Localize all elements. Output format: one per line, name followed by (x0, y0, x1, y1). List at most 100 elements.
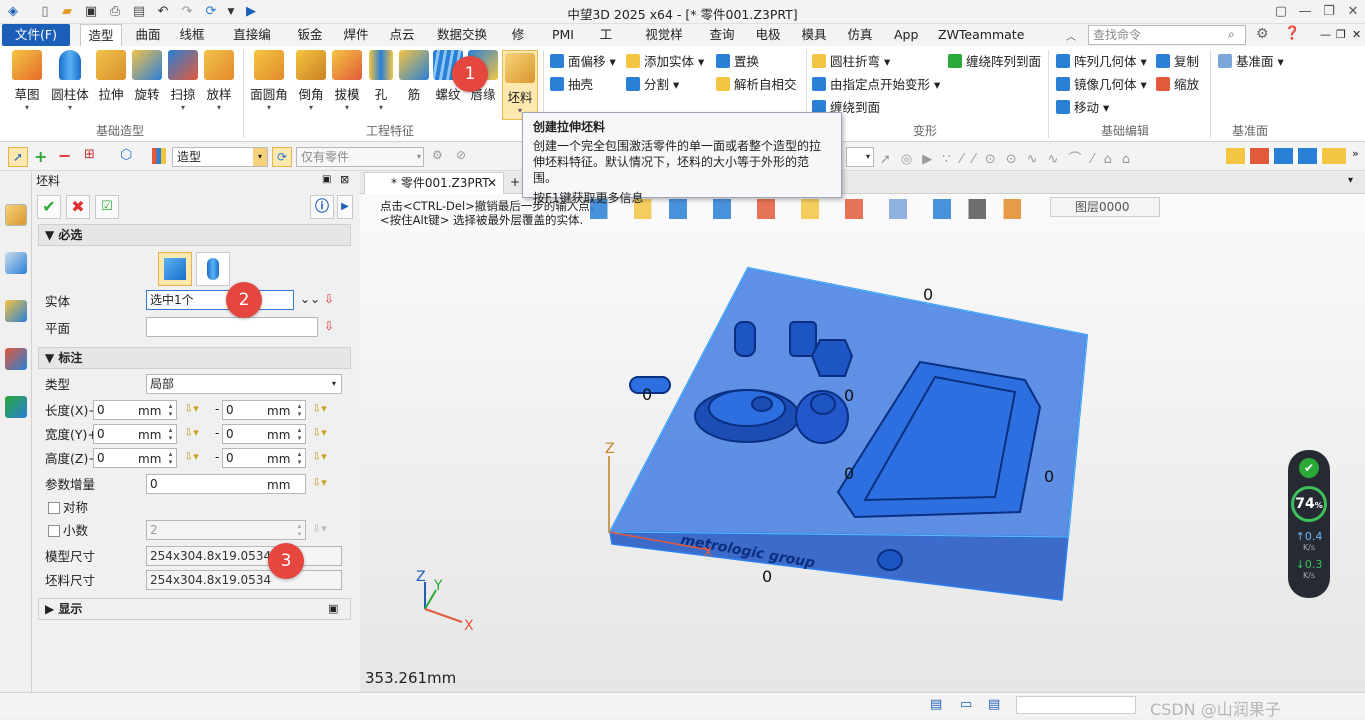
cancel-button[interactable]: ✖ (66, 195, 90, 219)
solid-expand-icon[interactable]: ⌄⌄ (300, 292, 320, 306)
self-intersect-button[interactable]: 解析自相交 (716, 75, 797, 95)
doc-close-icon[interactable]: ✕ (1352, 28, 1361, 41)
decimal-input[interactable]: 2 ▴ ▾ (146, 520, 306, 540)
solid-pick-icon[interactable]: ⇩ (324, 292, 334, 306)
filter-settings-icon[interactable]: ⚙ (432, 148, 443, 162)
width-plus-input[interactable]: 0 mm ▴ ▾ (93, 424, 177, 444)
type-select[interactable]: 局部 ▾ (146, 374, 342, 394)
required-section[interactable]: ▼ 必选 (38, 224, 351, 246)
blank-button[interactable]: 坯料 ▾ (502, 50, 538, 120)
solid-input[interactable]: 选中1个 (146, 290, 294, 310)
doc-restore-icon[interactable]: ❐ (1336, 28, 1346, 41)
width-minus-pick-icon[interactable]: ⇩▾ (312, 426, 327, 439)
datum-plane-button[interactable]: 基准面 ▾ (1218, 52, 1284, 72)
3d-viewport[interactable]: * 零件001.Z3PRT ✕ + ▾ 点击<CTRL-Del>撤销最后一步的输入… (360, 172, 1365, 692)
pick-arrow-icon[interactable]: ➚ (8, 147, 28, 167)
increment-pick-icon[interactable]: ⇩▾ (312, 476, 327, 489)
tab-electrode[interactable]: 电极 (750, 24, 786, 46)
ok-button[interactable]: ✔ (37, 195, 61, 219)
render-mode-icons[interactable] (1226, 148, 1346, 164)
snap-tools-icons[interactable]: ➚◎▶∵⁄⁄⊙⊙∿∿⌒⁄⌂⌂ (880, 148, 1140, 167)
view-manager-icon[interactable] (5, 348, 27, 370)
tab-simulation[interactable]: 仿真 (842, 24, 878, 46)
tab-wireframe[interactable]: 线框 (174, 24, 210, 46)
height-minus-pick-icon[interactable]: ⇩▾ (312, 450, 327, 463)
add-icon[interactable]: + (34, 147, 47, 166)
tab-repair[interactable]: 修复 (502, 24, 534, 64)
move-button[interactable]: 移动 ▾ (1056, 98, 1109, 118)
user-icon[interactable] (5, 396, 27, 418)
panel-close-icon[interactable]: ⊠ (340, 173, 349, 186)
deform-from-point-button[interactable]: 由指定点开始变形 ▾ (812, 75, 940, 95)
command-search-input[interactable]: 查找命令 (1088, 25, 1246, 45)
sweep-button[interactable]: 扫掠 ▾ (166, 50, 200, 112)
tab-weldment[interactable]: 焊件 (338, 24, 374, 46)
close-icon[interactable]: ✕ (1344, 3, 1362, 21)
collapse-ribbon-icon[interactable]: ︿ (1066, 28, 1076, 43)
increment-input[interactable]: 0 mm (146, 474, 306, 494)
length-minus-pick-icon[interactable]: ⇩▾ (312, 402, 327, 415)
remove-icon[interactable]: − (58, 146, 71, 165)
add-solid-button[interactable]: 添加实体 ▾ (626, 52, 704, 72)
width-plus-pick-icon[interactable]: ⇩▾ (184, 426, 199, 439)
filter-combo[interactable]: 仅有零件 ▾ (296, 147, 424, 167)
revolve-button[interactable]: 旋转 (130, 50, 164, 103)
history-tree-icon[interactable] (5, 252, 27, 274)
settings-gear-icon[interactable]: ⚙ (1256, 26, 1269, 42)
annotate-section[interactable]: ▼ 标注 (38, 347, 351, 369)
apply-button[interactable]: ☑ (95, 195, 119, 219)
height-minus-input[interactable]: 0 mm ▴ ▾ (222, 448, 306, 468)
shell-button[interactable]: 抽壳 (550, 75, 593, 95)
mirror-geometry-button[interactable]: 镜像几何体 ▾ (1056, 75, 1147, 95)
wrap-pattern-button[interactable]: 缠绕阵列到面 (948, 52, 1041, 72)
filter-toggle-icon[interactable]: ⟳ (272, 147, 292, 167)
help-icon[interactable]: ❓ (1284, 26, 1300, 41)
file-menu[interactable]: 文件(F) (2, 24, 70, 46)
display-toggle-icon[interactable]: ▣ (328, 602, 338, 615)
feature-panel-tab-icon[interactable] (5, 204, 27, 226)
fillet-button[interactable]: 面圆角 ▾ (250, 50, 288, 112)
snap-combo[interactable]: ▾ (846, 147, 874, 167)
polygon-select-icon[interactable]: ⬡ (120, 147, 132, 163)
width-minus-input[interactable]: 0 mm ▴ ▾ (222, 424, 306, 444)
maximize-icon[interactable]: ❐ (1320, 3, 1338, 21)
hole-button[interactable]: 孔 ▾ (366, 50, 396, 112)
blank-solid[interactable]: metrologic group (608, 266, 1089, 601)
assembly-icon[interactable] (5, 300, 27, 322)
height-plus-input[interactable]: 0 mm ▴ ▾ (93, 448, 177, 468)
tab-pmi[interactable]: PMI (546, 24, 580, 46)
tab-data-exchange[interactable]: 数据交换 (432, 24, 492, 46)
split-button[interactable]: 分割 ▾ (626, 75, 679, 95)
symmetric-checkbox[interactable] (48, 502, 60, 514)
sketch-button[interactable]: 草图 ▾ (6, 50, 48, 112)
info-icon[interactable]: ⓘ (310, 195, 334, 219)
plane-input[interactable] (146, 317, 318, 337)
length-plus-input[interactable]: 0 mm ▴ ▾ (93, 400, 177, 420)
tab-visual-style[interactable]: 视觉样式 (636, 24, 692, 64)
box-select-icon[interactable]: ⊞ (84, 147, 95, 162)
status-input[interactable] (1016, 696, 1136, 714)
minimize-icon[interactable]: — (1296, 3, 1314, 21)
solid-mode-button[interactable] (158, 252, 192, 286)
draft-button[interactable]: 拔模 ▾ (330, 50, 364, 112)
tab-tools[interactable]: 工具 (590, 24, 622, 64)
filter-clear-icon[interactable]: ⊘ (456, 148, 466, 162)
copy-button[interactable]: 复制 (1156, 52, 1199, 72)
tab-sheet-metal[interactable]: 钣金 (292, 24, 328, 46)
plane-pick-icon[interactable]: ⇩ (324, 319, 334, 333)
decimal-checkbox[interactable] (48, 525, 60, 537)
tab-mold[interactable]: 模具 (796, 24, 832, 46)
tab-inquire[interactable]: 查询 (704, 24, 740, 46)
tab-app[interactable]: App (890, 24, 922, 46)
cylinder-bend-button[interactable]: 圆柱折弯 ▾ (812, 52, 890, 72)
loft-button[interactable]: 放样 ▾ (202, 50, 236, 112)
status-icon-3[interactable]: ▤ (988, 697, 1000, 712)
mode-combo[interactable]: 造型 ▾ (172, 147, 268, 167)
display-section[interactable]: ▶ 显示 (38, 598, 351, 620)
restore-ribbon-icon[interactable]: ▢ (1272, 3, 1290, 21)
cylinder-button[interactable]: 圆柱体 ▾ (48, 50, 92, 112)
panel-expand-icon[interactable]: ▶ (337, 195, 353, 219)
toolbar-overflow-icon[interactable]: » (1352, 147, 1359, 160)
scale-button[interactable]: 缩放 (1156, 75, 1199, 95)
status-icon-2[interactable]: ▭ (960, 697, 972, 712)
